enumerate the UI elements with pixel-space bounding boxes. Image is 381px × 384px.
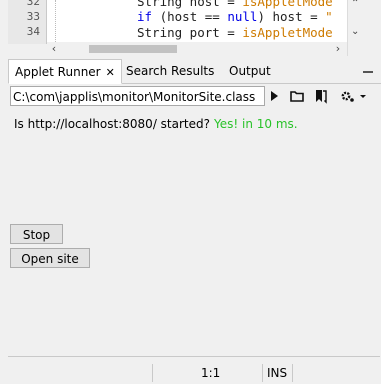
tab-output[interactable]: Output <box>223 59 277 83</box>
status-separator <box>152 364 153 382</box>
code-token: (host == <box>152 9 228 24</box>
scroll-right-icon[interactable]: › <box>331 42 345 56</box>
tab-label: Output <box>229 64 271 78</box>
line-number: 34 <box>26 25 40 38</box>
insert-mode[interactable]: INS <box>267 366 287 380</box>
tab-label: Applet Runner <box>15 65 101 79</box>
scroll-left-icon[interactable]: ‹ <box>47 42 61 56</box>
stop-button[interactable]: Stop <box>10 224 63 244</box>
scrollbar-thumb[interactable] <box>89 45 177 53</box>
play-icon[interactable] <box>266 88 282 104</box>
minimize-icon[interactable] <box>363 63 373 73</box>
vertical-scrollbar[interactable]: ⌃ ⌄ <box>347 0 364 56</box>
applet-runner-panel: C:\com\japplis\monitor\MonitorSite.class… <box>8 84 380 357</box>
tab-bar: Applet Runner ✕ Search Results Output <box>8 59 381 84</box>
code-token: if <box>137 9 153 24</box>
status-bar: 1:1 INS <box>0 360 381 384</box>
scroll-up-icon[interactable]: ⌃ <box>351 0 359 9</box>
code-editor[interactable]: 32 33 34 String host = isAppletMode if (… <box>0 0 381 56</box>
code-line: String port = isAppletMode <box>137 25 333 40</box>
folder-icon[interactable] <box>289 88 305 104</box>
line-number: 32 <box>26 0 40 8</box>
code-token: " <box>325 9 333 24</box>
tab-applet-runner[interactable]: Applet Runner ✕ <box>8 59 122 84</box>
code-token: isAppletMode <box>242 0 333 9</box>
status-separator <box>262 364 263 382</box>
status-separator <box>292 364 293 382</box>
class-path-field[interactable]: C:\com\japplis\monitor\MonitorSite.class <box>10 86 265 106</box>
code-line: String host = isAppletMode <box>137 0 333 9</box>
line-number-gutter: 32 33 34 <box>8 0 47 44</box>
status-result: Yes! in 10 ms. <box>214 117 298 131</box>
code-token: String port = <box>137 25 243 40</box>
scroll-down-icon[interactable]: ⌄ <box>351 26 359 37</box>
code-token: isAppletMode <box>242 25 333 40</box>
code-token: String host = <box>137 0 243 9</box>
close-icon[interactable]: ✕ <box>106 66 115 79</box>
code-line: if (host == null) host = " <box>137 9 333 24</box>
left-edge <box>0 56 8 360</box>
fold-guide <box>55 0 57 44</box>
bookmarks-icon[interactable] <box>313 88 329 104</box>
tab-search-results[interactable]: Search Results <box>120 59 220 83</box>
horizontal-scrollbar[interactable]: ‹ › <box>47 42 347 56</box>
code-token: ) host = <box>257 9 326 24</box>
open-site-button[interactable]: Open site <box>10 248 90 268</box>
line-number: 33 <box>26 10 40 23</box>
status-message: Is http://localhost:8080/ started? Yes! i… <box>14 117 298 131</box>
tab-label: Search Results <box>126 64 215 78</box>
code-text-area[interactable]: String host = isAppletMode if (host == n… <box>47 0 347 44</box>
code-token: null <box>227 9 258 24</box>
status-question: Is http://localhost:8080/ started? <box>14 117 210 131</box>
settings-icon[interactable] <box>339 88 367 104</box>
caret-position: 1:1 <box>201 366 221 380</box>
